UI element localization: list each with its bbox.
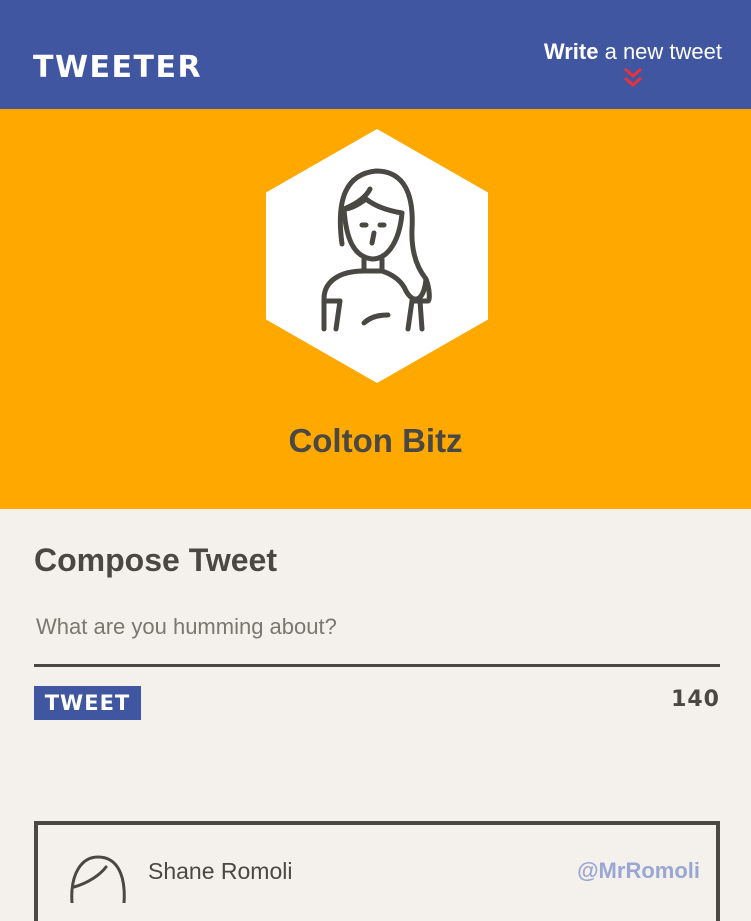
brand-logo[interactable]: TWEETER xyxy=(33,50,202,86)
tweet-button[interactable]: TWEET xyxy=(34,686,141,720)
write-link-bold: Write xyxy=(543,39,599,64)
avatar-woman-icon xyxy=(266,129,488,383)
tweet-card: Shane Romoli @MrRomoli xyxy=(34,821,720,921)
compose-title: Compose Tweet xyxy=(34,542,277,578)
tweet-input[interactable] xyxy=(34,607,720,667)
tweet-handle[interactable]: @MrRomoli xyxy=(577,858,700,884)
compose-tweet-section: Compose Tweet TWEET 140 xyxy=(34,540,720,720)
write-new-tweet-link[interactable]: Write a new tweet xyxy=(544,39,722,65)
avatar-icon xyxy=(70,855,126,903)
profile-header: Colton Bitz xyxy=(0,109,751,509)
top-nav: TWEETER Write a new tweet xyxy=(0,0,751,109)
character-counter: 140 xyxy=(671,687,720,712)
profile-name: Colton Bitz xyxy=(288,422,463,459)
write-link-rest: a new tweet xyxy=(598,39,722,64)
tweet-author: Shane Romoli xyxy=(148,858,293,884)
double-chevron-down-icon[interactable] xyxy=(622,66,644,90)
